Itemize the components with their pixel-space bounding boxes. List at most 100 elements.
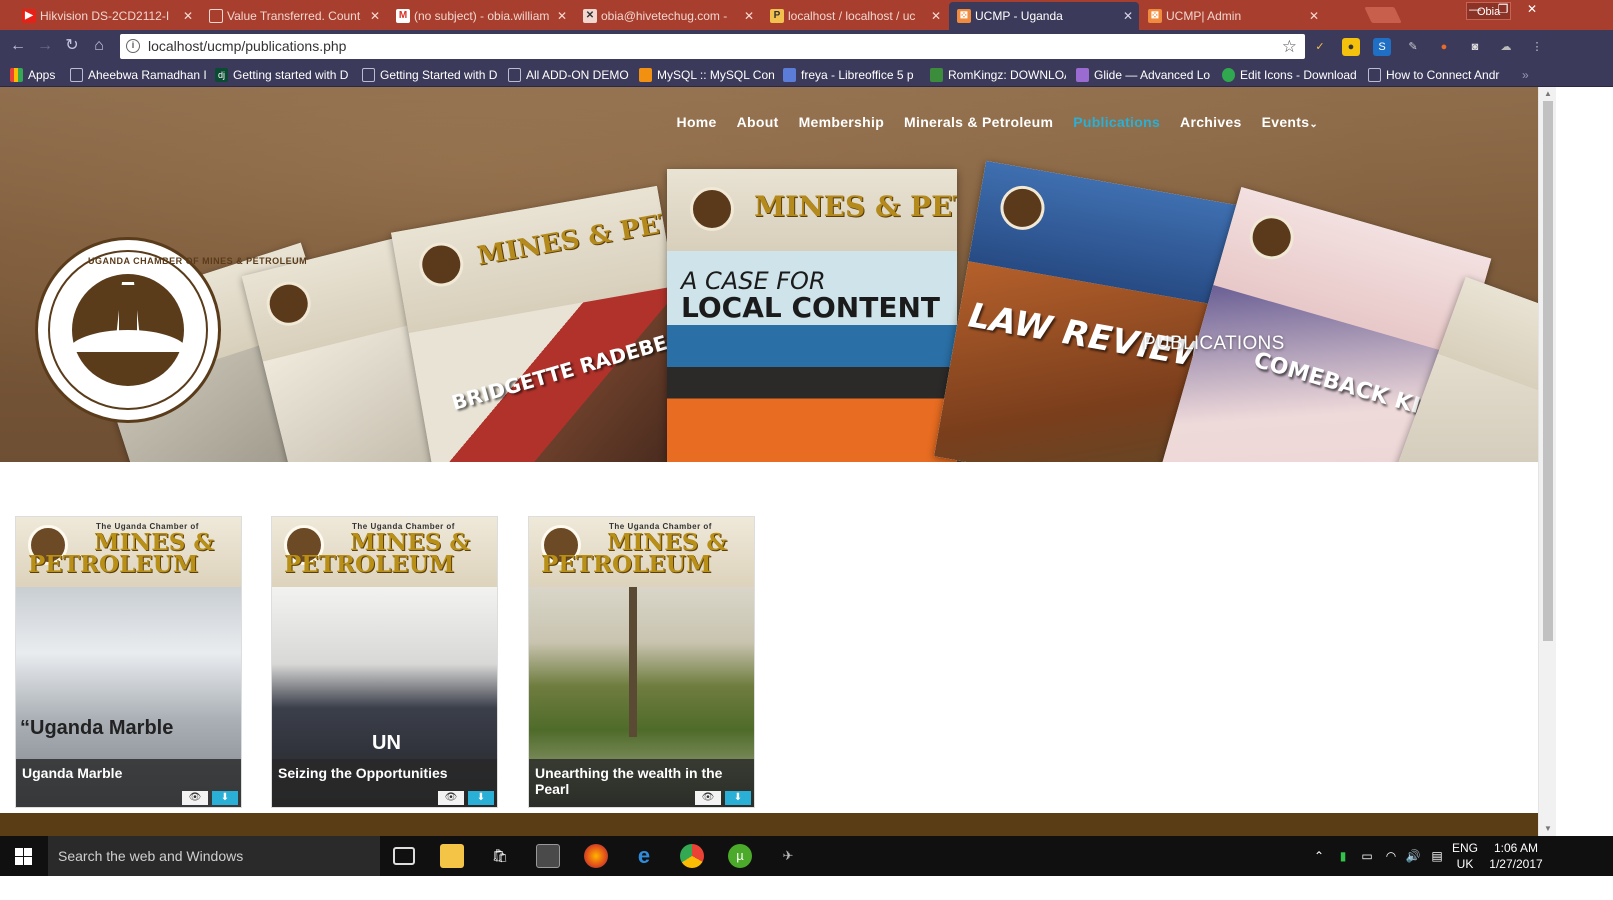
info-icon[interactable]: i	[126, 39, 140, 53]
utorrent-icon[interactable]: µ	[728, 844, 752, 868]
mail-icon: ✕	[583, 9, 597, 23]
bookmark-item[interactable]: Aheebwa Ramadhan I	[70, 63, 208, 87]
bookmark-item[interactable]: MySQL :: MySQL Con	[639, 63, 775, 87]
language-indicator[interactable]: ENG UK	[1450, 836, 1480, 876]
minimize-icon[interactable]: —	[1461, 0, 1489, 18]
bookmark-item[interactable]: All ADD-ON DEMO	[508, 63, 633, 87]
extension-flame-icon[interactable]: ●	[1435, 38, 1453, 56]
nav-membership[interactable]: Membership	[789, 114, 894, 133]
url-text[interactable]: localhost/ucmp/publications.php	[148, 34, 346, 59]
nav-about[interactable]: About	[727, 114, 789, 133]
publication-title[interactable]: Uganda Marble	[22, 765, 235, 781]
reload-icon[interactable]: ↻	[62, 36, 82, 56]
close-window-icon[interactable]: ✕	[1517, 0, 1547, 18]
browser-tab[interactable]: ⊠ UCMP| Admin ✕	[1140, 2, 1325, 30]
bookmarks-overflow-icon[interactable]: »	[1522, 63, 1529, 87]
bookmark-item[interactable]: Getting Started with D	[362, 63, 500, 87]
store-icon[interactable]: 🛍	[488, 844, 512, 868]
chrome-icon[interactable]	[680, 844, 704, 868]
close-icon[interactable]: ✕	[370, 2, 380, 30]
app-icon[interactable]: ✈	[776, 844, 800, 868]
eye-icon[interactable]: 👁	[438, 791, 464, 805]
browser-tab-active[interactable]: ⊠ UCMP - Uganda ✕	[949, 2, 1139, 30]
bookmark-item[interactable]: freya - Libreoffice 5 p	[783, 63, 921, 87]
hero-magazine-masthead: MINES & PETROLEUM	[754, 190, 957, 224]
action-center-icon[interactable]: ▤	[1428, 836, 1446, 876]
nav-archives[interactable]: Archives	[1170, 114, 1252, 133]
browser-tab[interactable]: P localhost / localhost / uc ✕	[762, 2, 947, 30]
oil-rig-graphic	[629, 587, 637, 737]
firefox-icon[interactable]	[584, 844, 608, 868]
windows-logo-icon	[15, 848, 23, 856]
bookmark-item[interactable]: dj Getting started with D	[215, 63, 353, 87]
download-icon[interactable]: ⬇	[725, 791, 751, 805]
hero-magazine-headline-2: LOCAL CONTENT	[681, 291, 940, 324]
close-icon[interactable]: ✕	[1123, 2, 1133, 30]
chevron-down-icon: ⌄	[1309, 119, 1318, 130]
download-icon[interactable]: ⬇	[212, 791, 238, 805]
browser-tab[interactable]: Value Transferred. Count ✕	[201, 2, 386, 30]
menu-icon[interactable]: ⋮	[1528, 38, 1546, 56]
close-icon[interactable]: ✕	[557, 2, 567, 30]
eye-icon[interactable]: 👁	[182, 791, 208, 805]
nav-publications[interactable]: Publications	[1063, 114, 1170, 133]
start-button[interactable]	[0, 836, 48, 876]
page-icon	[1368, 68, 1381, 82]
publication-card[interactable]: The Uganda Chamber of MINES & PETROLEUM …	[15, 516, 242, 808]
scrollbar-thumb[interactable]	[1543, 101, 1553, 641]
close-icon[interactable]: ✕	[1309, 2, 1319, 30]
edge-icon[interactable]: e	[632, 844, 656, 868]
close-icon[interactable]: ✕	[931, 2, 941, 30]
camera-icon[interactable]: ◙	[1466, 38, 1484, 56]
tab-title: Hikvision DS-2CD2112-I	[40, 9, 170, 23]
task-view-icon[interactable]	[393, 847, 415, 865]
forward-icon[interactable]: →	[35, 36, 55, 56]
hero-banner: MINES & PETROLEUM BRIDGETTE RADEBE MINES…	[0, 87, 1538, 462]
page-scrollbar[interactable]: ▲ ▼	[1538, 87, 1556, 836]
volume-icon[interactable]: 🔊	[1404, 836, 1422, 876]
new-tab-button[interactable]	[1364, 7, 1402, 23]
extension-check-icon[interactable]: ✓	[1311, 38, 1329, 56]
browser-tab[interactable]: M (no subject) - obia.william ✕	[388, 2, 573, 30]
extension-bulb-icon[interactable]: ●	[1342, 38, 1360, 56]
bookmark-item[interactable]: RomKingz: DOWNLOA	[930, 63, 1066, 87]
restore-icon[interactable]: ❐	[1489, 0, 1517, 18]
bookmark-star-icon[interactable]: ☆	[1282, 34, 1297, 59]
app-icon[interactable]	[536, 844, 560, 868]
page-icon	[362, 68, 375, 82]
address-bar[interactable]: i localhost/ucmp/publications.php ☆	[120, 34, 1305, 59]
nav-events[interactable]: Events⌄	[1252, 114, 1328, 133]
home-icon[interactable]: ⌂	[89, 36, 109, 56]
tab-title: UCMP - Uganda	[975, 9, 1063, 23]
battery-app-icon[interactable]: ▮	[1334, 836, 1352, 876]
card-overlay: Seizing the Opportunities 👁 ⬇	[272, 759, 497, 807]
scroll-up-icon[interactable]: ▲	[1539, 87, 1557, 101]
bookmark-item[interactable]: Glide — Advanced Lo	[1076, 63, 1212, 87]
nav-home[interactable]: Home	[667, 114, 727, 133]
close-icon[interactable]: ✕	[744, 2, 754, 30]
wifi-icon[interactable]: ◠	[1382, 836, 1400, 876]
nav-minerals-petroleum[interactable]: Minerals & Petroleum	[894, 114, 1063, 133]
file-explorer-icon[interactable]	[440, 844, 464, 868]
download-icon[interactable]: ⬇	[468, 791, 494, 805]
battery-icon[interactable]: ▭	[1358, 836, 1376, 876]
bookmark-apps[interactable]: Apps	[10, 63, 55, 87]
back-icon[interactable]: ←	[8, 36, 28, 56]
bookmark-item[interactable]: Edit Icons - Download	[1222, 63, 1358, 87]
extension-pen-icon[interactable]: ✎	[1404, 38, 1422, 56]
publication-card[interactable]: The Uganda Chamber of MINES & PETROLEUM …	[271, 516, 498, 808]
eye-icon[interactable]: 👁	[695, 791, 721, 805]
extension-cloud-icon[interactable]: ☁	[1497, 38, 1515, 56]
scroll-down-icon[interactable]: ▼	[1539, 822, 1557, 836]
publication-card[interactable]: The Uganda Chamber of MINES & PETROLEUM …	[528, 516, 755, 808]
taskbar-search[interactable]: Search the web and Windows	[48, 836, 380, 876]
extension-s-icon[interactable]: S	[1373, 38, 1391, 56]
browser-tab[interactable]: ✕ obia@hivetechug.com - ✕	[575, 2, 760, 30]
close-icon[interactable]: ✕	[183, 2, 193, 30]
chevron-up-icon[interactable]: ⌃	[1310, 836, 1328, 876]
site-logo[interactable]: UGANDA CHAMBER OF MINES & PETROLEUM	[35, 237, 307, 423]
bookmark-item[interactable]: How to Connect Andr	[1368, 63, 1503, 87]
browser-tab[interactable]: ▶ Hikvision DS-2CD2112-I ✕	[14, 2, 199, 30]
system-clock[interactable]: 1:06 AM 1/27/2017	[1480, 840, 1552, 872]
publication-title[interactable]: Seizing the Opportunities	[278, 765, 491, 781]
